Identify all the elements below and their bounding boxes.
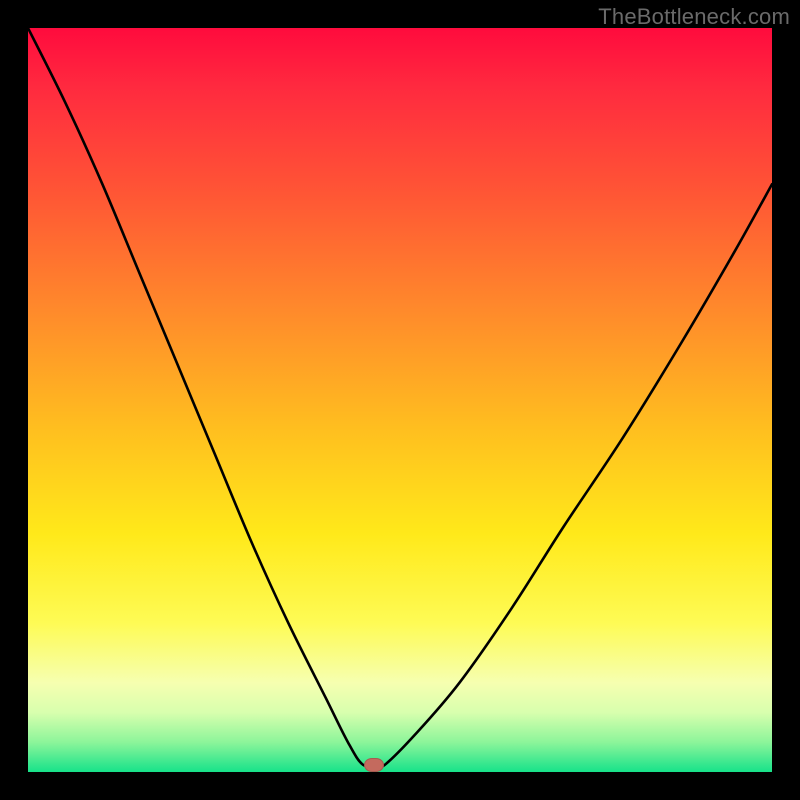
plot-area [28,28,772,772]
optimal-point-marker [364,758,384,772]
bottleneck-curve [28,28,772,772]
chart-frame: TheBottleneck.com [0,0,800,800]
watermark-text: TheBottleneck.com [598,4,790,30]
